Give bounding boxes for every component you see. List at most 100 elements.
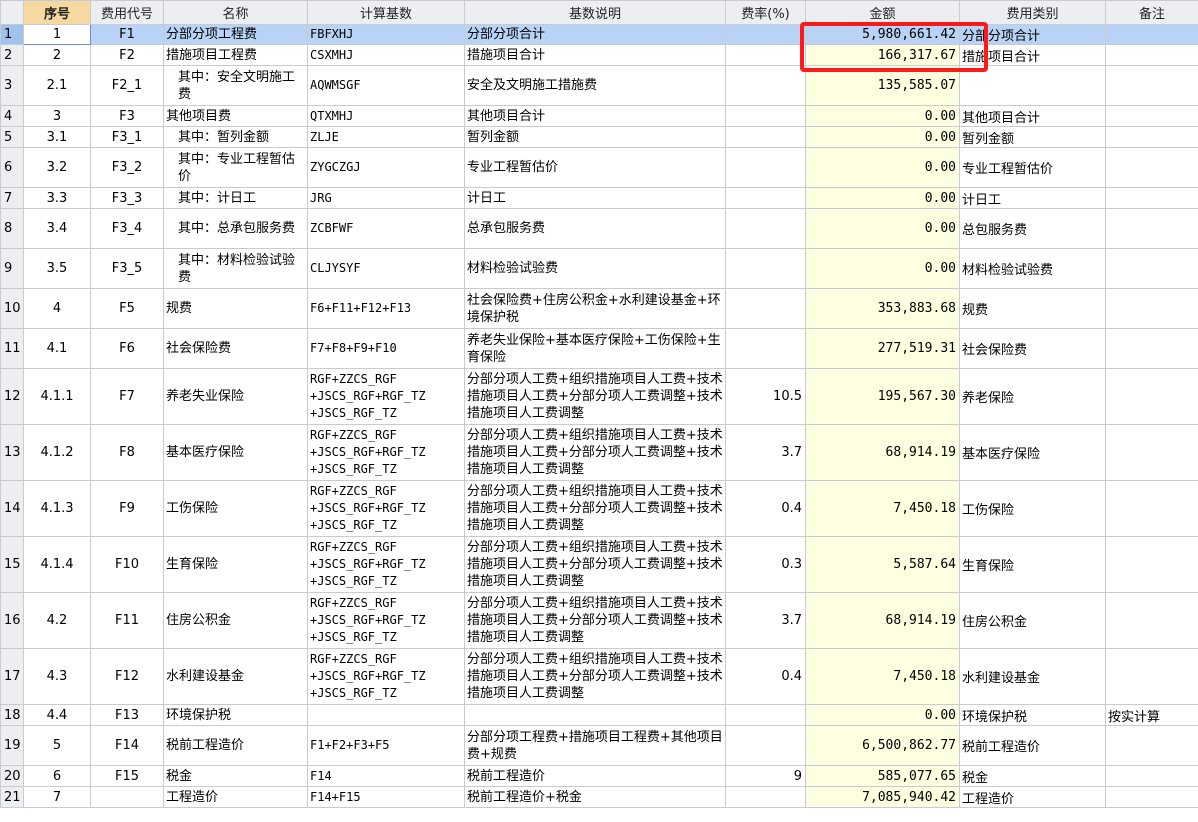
name-cell[interactable]: 措施项目工程费 (163, 44, 308, 66)
code-cell[interactable]: F3_5 (90, 248, 164, 289)
table-row[interactable]: 5 3.1 F3_1 其中：暂列金额 ZLJE 暂列金额 0.00 暂列金额 (0, 126, 1198, 148)
code-cell[interactable]: F3_3 (90, 187, 164, 209)
row-number-cell[interactable]: 2 (0, 44, 24, 66)
base-desc-cell[interactable]: 分部分项人工费+组织措施项目人工费+技术措施项目人工费+分部分项人工费调整+技术… (464, 480, 726, 537)
table-row[interactable]: 19 5 F14 税前工程造价 F1+F2+F3+F5 分部分项工程费+措施项目工程费+其… (0, 725, 1198, 766)
header-note[interactable]: 备注 (1105, 0, 1198, 25)
row-number-cell[interactable]: 6 (0, 147, 24, 188)
table-row[interactable]: 14 4.1.3 F9 工伤保险 RGF+ZZCS_RGF +JSCS_RGF+RGF_… (0, 480, 1198, 537)
amount-cell[interactable]: 0.00 (805, 704, 960, 726)
name-cell[interactable]: 其他项目费 (163, 105, 308, 127)
rate-cell[interactable] (725, 126, 806, 148)
base-desc-cell[interactable]: 材料检验试验费 (464, 248, 726, 289)
amount-cell[interactable]: 166,317.67 (805, 44, 960, 66)
category-cell[interactable]: 分部分项合计 (959, 24, 1106, 45)
base-desc-cell[interactable]: 养老失业保险+基本医疗保险+工伤保险+生育保险 (464, 328, 726, 369)
note-cell[interactable] (1105, 536, 1198, 593)
note-cell[interactable] (1105, 765, 1198, 787)
seq-cell[interactable]: 3.4 (23, 208, 91, 249)
note-cell[interactable] (1105, 725, 1198, 766)
table-row[interactable]: 4 3 F3 其他项目费 QTXMHJ 其他项目合计 0.00 其他项目合计 (0, 105, 1198, 127)
table-row[interactable]: 18 4.4 F13 环境保护税 0.00 环境保护税 按实计算 (0, 704, 1198, 726)
note-cell[interactable] (1105, 648, 1198, 705)
base-cell[interactable]: F14 (307, 765, 465, 787)
table-row[interactable]: 16 4.2 F11 住房公积金 RGF+ZZCS_RGF +JSCS_RGF+RGF_… (0, 592, 1198, 649)
note-cell[interactable] (1105, 368, 1198, 425)
name-cell[interactable]: 其中：安全文明施工费 (163, 65, 308, 106)
category-cell[interactable]: 总包服务费 (959, 208, 1106, 249)
amount-cell[interactable]: 6,500,862.77 (805, 725, 960, 766)
base-desc-cell[interactable]: 计日工 (464, 187, 726, 209)
amount-cell[interactable]: 0.00 (805, 208, 960, 249)
base-cell[interactable]: RGF+ZZCS_RGF +JSCS_RGF+RGF_TZ +JSCS_RGF_… (307, 592, 465, 649)
seq-cell[interactable]: 4.1.1 (23, 368, 91, 425)
note-cell[interactable] (1105, 126, 1198, 148)
seq-cell[interactable]: 2 (23, 44, 91, 66)
seq-cell[interactable]: 4.2 (23, 592, 91, 649)
base-cell[interactable]: CSXMHJ (307, 44, 465, 66)
note-cell[interactable] (1105, 480, 1198, 537)
header-base-desc[interactable]: 基数说明 (464, 0, 726, 25)
name-cell[interactable]: 环境保护税 (163, 704, 308, 726)
base-cell[interactable]: CLJYSYF (307, 248, 465, 289)
name-cell[interactable]: 生育保险 (163, 536, 308, 593)
rate-cell[interactable] (725, 328, 806, 369)
amount-cell[interactable]: 7,450.18 (805, 480, 960, 537)
row-number-cell[interactable]: 1 (0, 24, 24, 45)
base-desc-cell[interactable]: 税前工程造价+税金 (464, 786, 726, 808)
note-cell[interactable]: 按实计算 (1105, 704, 1198, 726)
table-row[interactable]: 12 4.1.1 F7 养老失业保险 RGF+ZZCS_RGF +JSCS_RGF+RG… (0, 368, 1198, 425)
base-desc-cell[interactable]: 分部分项人工费+组织措施项目人工费+技术措施项目人工费+分部分项人工费调整+技术… (464, 424, 726, 481)
base-cell[interactable]: ZYGCZGJ (307, 147, 465, 188)
rate-cell[interactable] (725, 147, 806, 188)
row-number-cell[interactable]: 4 (0, 105, 24, 127)
code-cell[interactable]: F14 (90, 725, 164, 766)
category-cell[interactable]: 税前工程造价 (959, 725, 1106, 766)
code-cell[interactable]: F7 (90, 368, 164, 425)
seq-cell[interactable]: 4.4 (23, 704, 91, 726)
header-seq[interactable]: 序号 (23, 0, 91, 25)
rate-cell[interactable] (725, 288, 806, 329)
code-cell[interactable]: F11 (90, 592, 164, 649)
seq-cell[interactable]: 4.3 (23, 648, 91, 705)
row-number-cell[interactable]: 7 (0, 187, 24, 209)
code-cell[interactable]: F12 (90, 648, 164, 705)
base-desc-cell[interactable]: 分部分项工程费+措施项目工程费+其他项目费+规费 (464, 725, 726, 766)
name-cell[interactable]: 税金 (163, 765, 308, 787)
name-cell[interactable]: 工伤保险 (163, 480, 308, 537)
rate-cell[interactable]: 3.7 (725, 592, 806, 649)
base-cell[interactable]: F14+F15 (307, 786, 465, 808)
row-number-cell[interactable]: 18 (0, 704, 24, 726)
base-desc-cell[interactable]: 分部分项人工费+组织措施项目人工费+技术措施项目人工费+分部分项人工费调整+技术… (464, 592, 726, 649)
code-cell[interactable]: F3_4 (90, 208, 164, 249)
rate-cell[interactable]: 3.7 (725, 424, 806, 481)
code-cell[interactable]: F2 (90, 44, 164, 66)
row-number-cell[interactable]: 16 (0, 592, 24, 649)
base-desc-cell[interactable] (464, 704, 726, 726)
row-number-cell[interactable]: 5 (0, 126, 24, 148)
seq-cell[interactable]: 3.1 (23, 126, 91, 148)
table-row[interactable]: 9 3.5 F3_5 其中：材料检验试验费 CLJYSYF 材料检验试验费 0.00 材料检验… (0, 248, 1198, 289)
amount-cell[interactable]: 0.00 (805, 147, 960, 188)
category-cell[interactable]: 环境保护税 (959, 704, 1106, 726)
seq-cell[interactable]: 3.5 (23, 248, 91, 289)
rate-cell[interactable]: 0.3 (725, 536, 806, 593)
amount-cell[interactable]: 135,585.07 (805, 65, 960, 106)
seq-cell[interactable]: 3 (23, 105, 91, 127)
name-cell[interactable]: 社会保险费 (163, 328, 308, 369)
amount-cell[interactable]: 5,587.64 (805, 536, 960, 593)
amount-cell[interactable]: 353,883.68 (805, 288, 960, 329)
base-cell[interactable]: ZCBFWF (307, 208, 465, 249)
rate-cell[interactable]: 9 (725, 765, 806, 787)
seq-cell[interactable]: 4.1.3 (23, 480, 91, 537)
rate-cell[interactable]: 0.4 (725, 480, 806, 537)
category-cell[interactable] (959, 65, 1106, 106)
header-amount[interactable]: 金额 (805, 0, 960, 25)
base-cell[interactable]: ZLJE (307, 126, 465, 148)
seq-cell[interactable]: 7 (23, 786, 91, 808)
seq-cell[interactable]: 4.1.2 (23, 424, 91, 481)
base-cell[interactable]: RGF+ZZCS_RGF +JSCS_RGF+RGF_TZ +JSCS_RGF_… (307, 648, 465, 705)
table-row[interactable]: 7 3.3 F3_3 其中：计日工 JRG 计日工 0.00 计日工 (0, 187, 1198, 209)
base-cell[interactable]: FBFXHJ (307, 24, 465, 45)
table-row[interactable]: 15 4.1.4 F10 生育保险 RGF+ZZCS_RGF +JSCS_RGF+RGF… (0, 536, 1198, 593)
